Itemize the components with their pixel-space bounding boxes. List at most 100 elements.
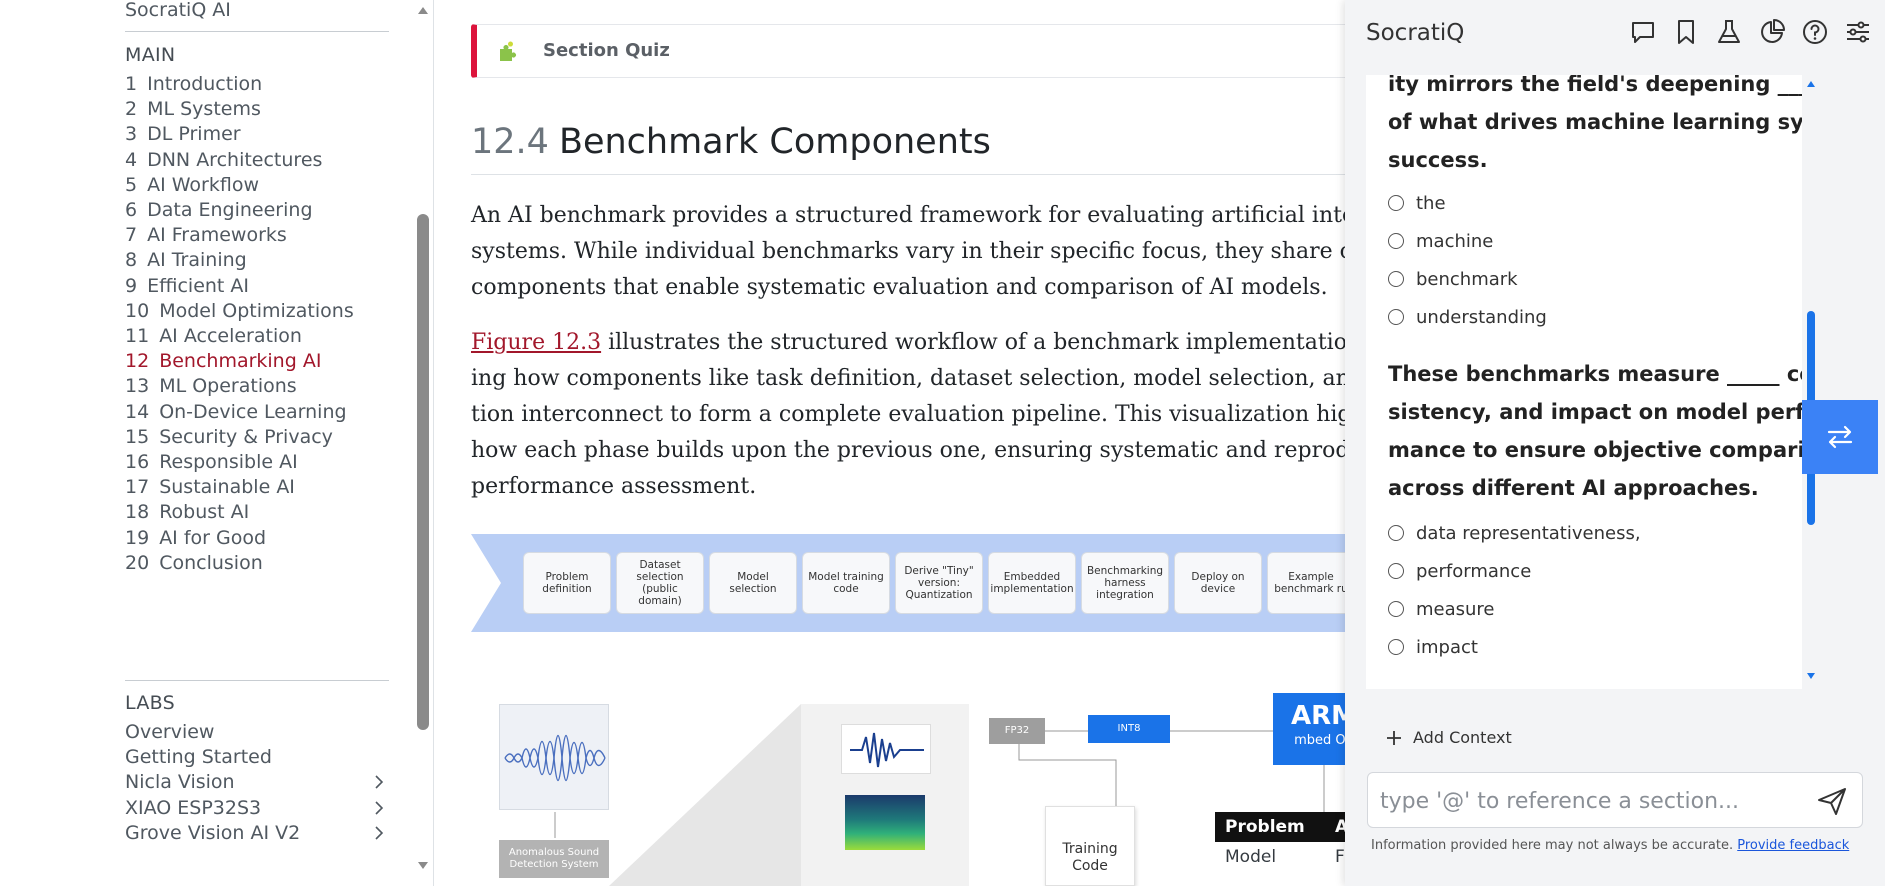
radio-button[interactable] (1388, 233, 1404, 249)
chapter-number: 17 (125, 476, 150, 499)
quiz-option[interactable]: benchmark (1388, 264, 1518, 294)
sidebar-item-chapter-14[interactable]: 14 On-Device Learning (125, 398, 389, 426)
plus-icon (1387, 730, 1401, 745)
sidebar-heading-labs: LABS (125, 692, 175, 714)
chapter-number: 10 (125, 299, 150, 322)
figure-link[interactable]: Figure 12.3 (471, 330, 601, 355)
radio-button[interactable] (1388, 271, 1404, 287)
quiz-option[interactable]: understanding (1388, 302, 1547, 332)
sidebar-item-chapter-9[interactable]: 9 Efficient AI (125, 272, 389, 300)
chat-icon[interactable] (1627, 16, 1658, 47)
text-line: An AI benchmark provides a structured fr… (471, 203, 1345, 228)
radio-button[interactable] (1388, 525, 1404, 541)
sidebar-item-chapter-1[interactable]: 1 Introduction (125, 70, 389, 98)
sidebar-item-chapter-5[interactable]: 5 AI Workflow (125, 171, 389, 199)
callout-label: Section Quiz (543, 40, 670, 61)
sidebar-title[interactable]: SocratiQ AI (125, 0, 231, 21)
chevron-right-icon[interactable] (371, 794, 387, 822)
lab-label: Grove Vision AI V2 (125, 821, 301, 844)
sidebar-item-chapter-7[interactable]: 7 AI Frameworks (125, 221, 389, 249)
sidebar-item-lab[interactable]: Getting Started (125, 743, 389, 771)
mel-spectrogram (845, 795, 925, 850)
pie-chart-icon[interactable] (1756, 16, 1787, 47)
chapter-number: 15 (125, 425, 150, 448)
settings-sliders-icon[interactable] (1842, 16, 1873, 47)
chapter-number: 11 (125, 325, 150, 347)
sidebar-scrollbar[interactable] (412, 0, 433, 886)
waveform-image (499, 704, 609, 810)
add-context-button[interactable]: Add Context (1385, 728, 1512, 747)
quiz-option[interactable]: performance (1388, 556, 1531, 586)
workflow-step: Benchmarking harness integration (1081, 552, 1169, 614)
chapter-label: ML Systems (147, 98, 261, 121)
chevron-right-icon[interactable] (371, 819, 387, 847)
chat-input[interactable] (1380, 785, 1800, 817)
radio-button[interactable] (1388, 601, 1404, 617)
chapter-number: 13 (125, 375, 150, 398)
signal-icon (850, 732, 924, 768)
radio-button[interactable] (1388, 309, 1404, 325)
workflow-step: Example benchmark ru (1267, 552, 1345, 614)
bookmark-icon[interactable] (1670, 16, 1701, 47)
chapter-label: AI Frameworks (147, 224, 287, 247)
radio-button[interactable] (1388, 195, 1404, 211)
flask-icon[interactable] (1713, 16, 1744, 47)
sidebar-item-chapter-6[interactable]: 6 Data Engineering (125, 196, 389, 224)
radio-button[interactable] (1388, 639, 1404, 655)
sidebar-item-lab[interactable]: Grove Vision AI V2 (125, 819, 389, 847)
chapter-number: 12 (125, 350, 150, 373)
text-line: These benchmarks measure _____ con- (1388, 362, 1802, 386)
sidebar-item-chapter-17[interactable]: 17 Sustainable AI (125, 473, 389, 501)
sidebar-item-chapter-13[interactable]: 13 ML Operations (125, 372, 389, 400)
section-quiz-callout[interactable]: Section Quiz (471, 24, 1345, 78)
quiz-option[interactable]: machine (1388, 226, 1493, 256)
scroll-down-arrow-icon[interactable] (417, 860, 429, 872)
quiz-option[interactable]: the (1388, 188, 1446, 218)
sidebar-item-lab[interactable]: Overview (125, 718, 389, 746)
connector (1018, 744, 1117, 806)
chapter-label: AI Workflow (147, 173, 259, 196)
chapter-number: 18 (125, 501, 150, 524)
puzzle-icon (500, 41, 516, 61)
quiz-scrollbar[interactable] (1802, 75, 1820, 689)
sidebar-item-lab[interactable]: Nicla Vision (125, 768, 389, 796)
send-icon[interactable] (1816, 785, 1848, 817)
sidebar-item-chapter-11[interactable]: 11 AI Acceleration (125, 322, 389, 350)
quiz-option[interactable]: data representativeness, (1388, 518, 1641, 548)
chevron-right-icon[interactable] (371, 768, 387, 796)
quiz-option[interactable]: impact (1388, 632, 1478, 662)
radio-button[interactable] (1388, 563, 1404, 579)
sidebar-item-chapter-4[interactable]: 4 DNN Architectures (125, 146, 389, 174)
sidebar-item-chapter-15[interactable]: 15 Security & Privacy (125, 423, 389, 451)
sidebar-item-chapter-16[interactable]: 16 Responsible AI (125, 448, 389, 476)
quiz-option[interactable]: measure (1388, 594, 1495, 624)
sidebar-item-chapter-8[interactable]: 8 AI Training (125, 246, 389, 274)
table-row: Model FC-AE (1215, 842, 1345, 872)
scroll-up-arrow-icon[interactable] (417, 4, 429, 16)
section-title: Benchmark Components (558, 122, 991, 162)
sidebar-item-chapter-3[interactable]: 3 DL Primer (125, 120, 389, 148)
connector (554, 812, 556, 838)
sidebar-item-chapter-12[interactable]: 12 Benchmarking AI (125, 347, 389, 375)
sidebar-item-chapter-10[interactable]: 10 Model Optimizations (125, 297, 389, 325)
feedback-link[interactable]: Provide feedback (1737, 838, 1849, 853)
option-label: measure (1416, 598, 1495, 620)
help-icon[interactable] (1799, 16, 1830, 47)
scrollbar-thumb[interactable] (417, 214, 429, 730)
sidebar-item-lab[interactable]: XIAO ESP32S3 (125, 794, 389, 822)
chapter-label: AI Acceleration (159, 325, 302, 347)
training-code-doc: Training Code (1045, 806, 1135, 886)
scroll-up-arrow-icon[interactable] (1806, 79, 1816, 89)
sidebar-item-chapter-18[interactable]: 18 Robust AI (125, 498, 389, 526)
disclaimer: Information provided here may not always… (1371, 838, 1849, 853)
workflow-step: Problem definition (523, 552, 611, 614)
swap-panel-button[interactable] (1802, 400, 1878, 474)
sidebar-item-chapter-20[interactable]: 20 Conclusion (125, 549, 389, 577)
scroll-down-arrow-icon[interactable] (1806, 671, 1816, 681)
sidebar-item-chapter-19[interactable]: 19 AI for Good (125, 524, 389, 552)
chapter-label: Security & Privacy (159, 425, 333, 448)
sidebar-item-chapter-2[interactable]: 2 ML Systems (125, 95, 389, 123)
option-label: machine (1416, 230, 1494, 252)
chapter-number: 14 (125, 400, 150, 423)
text-line: across different AI approaches. (1388, 476, 1759, 500)
